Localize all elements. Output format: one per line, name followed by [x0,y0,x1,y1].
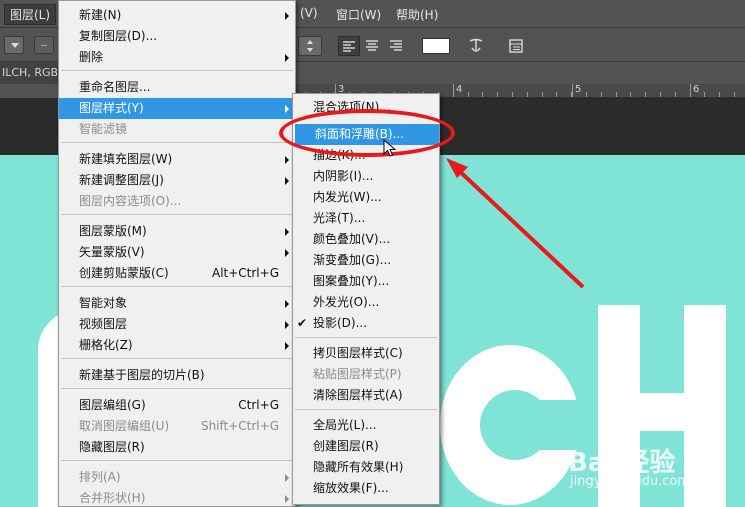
mouse-pointer-icon [383,139,397,157]
annotation-arrow [446,158,585,289]
